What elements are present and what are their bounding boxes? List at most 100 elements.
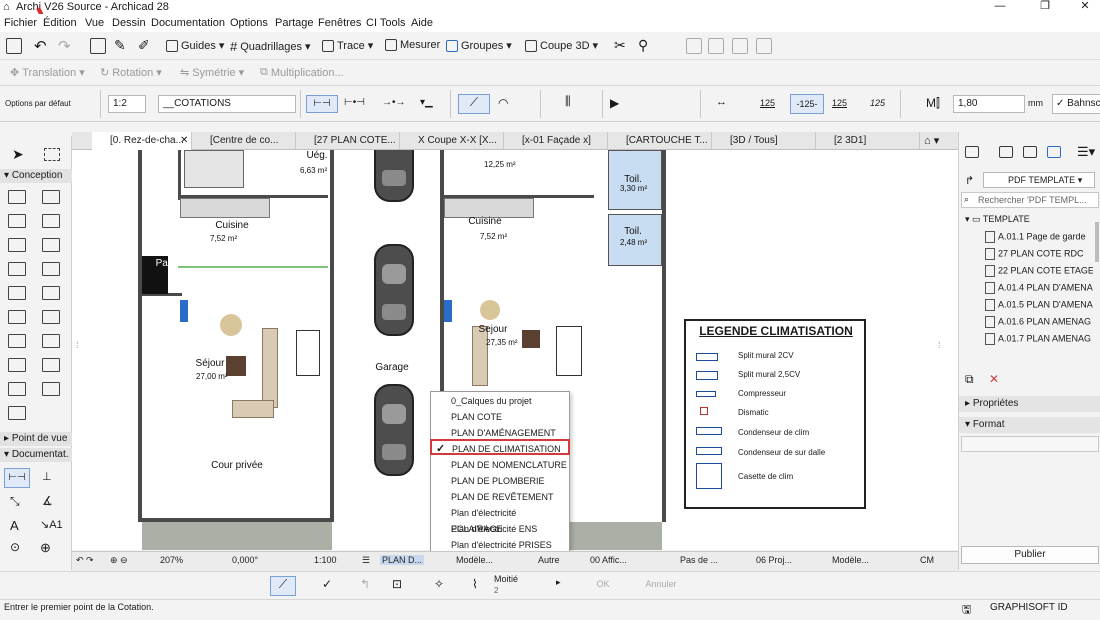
publisher-set-dropdown[interactable]: PDF TEMPLATE ▾ <box>983 172 1095 188</box>
menu-fichier[interactable]: Fichier <box>4 17 37 29</box>
panel-menu-icon[interactable]: ☰▾ <box>1077 144 1095 160</box>
menu-edition[interactable]: Édition <box>43 17 77 29</box>
text-tool-icon[interactable]: A <box>10 518 19 533</box>
dim-text-rotated-button[interactable]: 125 <box>870 98 885 108</box>
font-dropdown[interactable]: ✓ Bahnsch <box>1052 94 1100 114</box>
delete-icon[interactable]: ✕ <box>989 372 999 386</box>
conception-header[interactable]: ▾ Conception <box>0 169 72 183</box>
lamp-tool-icon[interactable] <box>42 262 60 276</box>
morph-tool-icon[interactable] <box>42 358 60 372</box>
object-tool-icon[interactable] <box>8 262 26 276</box>
mouse-constraint-icon[interactable]: ⟋ <box>270 576 296 596</box>
dropdown-item[interactable]: 0_Calques du projet <box>431 393 569 409</box>
home-icon[interactable] <box>6 38 22 54</box>
menu-dessin[interactable]: Dessin <box>112 17 146 29</box>
snap-division-label[interactable]: Moitié <box>494 574 518 584</box>
view-map-icon[interactable] <box>999 146 1013 158</box>
point-de-vue-header[interactable]: ▸ Point de vue <box>0 432 72 446</box>
tab-facade[interactable]: [x-01 Façade x] <box>504 132 608 150</box>
redo-icon[interactable]: ↷ <box>58 37 71 55</box>
truss-tool-icon[interactable] <box>8 406 26 420</box>
tab-menu-icon[interactable]: ⌂ ▾ <box>924 134 939 147</box>
undo-icon[interactable]: ↶ <box>34 37 47 55</box>
publisher-item[interactable]: A.01.1 Page de garde <box>985 231 1093 243</box>
mesh-tool-icon[interactable] <box>8 358 26 372</box>
graphisoft-id-button[interactable]: GRAPHISOFT ID <box>990 602 1068 613</box>
coupe3d-button[interactable]: Coupe 3D ▾ <box>525 39 598 52</box>
dropdown-item[interactable]: PLAN DE NOMENCLATURE <box>431 457 569 473</box>
window-tool-icon[interactable] <box>8 238 26 252</box>
layout-book-icon[interactable] <box>1023 146 1037 158</box>
shell-tool-icon[interactable] <box>42 286 60 300</box>
dim-text-above-button[interactable]: 125 <box>760 98 775 108</box>
fill-tool-icon[interactable]: ⊕ <box>40 540 51 556</box>
adjust-icon[interactable] <box>686 38 702 54</box>
parallel-icon[interactable]: ↰ <box>360 577 370 591</box>
beam-tool-icon[interactable] <box>8 214 26 228</box>
label-tool-icon[interactable]: ↘A1 <box>40 518 63 531</box>
refresh-icon[interactable]: ↱ <box>965 174 974 187</box>
trace-button[interactable]: Trace ▾ <box>322 39 373 52</box>
menu-partage[interactable]: Partage <box>275 17 314 29</box>
splitter-handle[interactable]: ⁞ <box>76 340 84 354</box>
pipette-icon[interactable]: ✎ <box>114 37 126 54</box>
ok-button[interactable]: OK <box>580 576 626 594</box>
tab-rez-de-chaussee[interactable]: [0. Rez-de-cha... <box>92 132 192 150</box>
scissors-icon[interactable]: ✂ <box>614 37 626 54</box>
model-view-value[interactable]: Modèle... <box>456 555 493 565</box>
guides-button[interactable]: Guides ▾ <box>166 39 224 52</box>
dim-method-chain-button[interactable]: ⊢•⊣ <box>344 97 365 108</box>
fillet-icon[interactable] <box>708 38 724 54</box>
tab-plan-cote[interactable]: [27 PLAN COTE... <box>296 132 400 150</box>
dimension-standard-value[interactable]: Modèle... <box>832 555 869 565</box>
witness-lines-icon[interactable]: ⫼ <box>565 94 571 109</box>
skylight-tool-icon[interactable] <box>8 382 26 396</box>
publisher-item[interactable]: A.01.4 PLAN D'AMENA <box>985 282 1093 294</box>
magic-wand-icon[interactable]: ⚲ <box>638 37 648 54</box>
slab-tool-icon[interactable] <box>8 310 26 324</box>
dropdown-item[interactable]: PLAN DE REVÊTEMENT <box>431 489 569 505</box>
publisher-sets-icon[interactable] <box>1047 146 1061 158</box>
translation-button[interactable]: ✥ Translation ▾ <box>10 66 85 80</box>
marker-type-button[interactable]: ▶ <box>610 96 619 110</box>
template-folder[interactable]: ▾ ▭ TEMPLATE <box>965 214 1100 225</box>
new-item-icon[interactable]: ⧉ <box>965 372 974 387</box>
roof-icon[interactable] <box>756 38 772 54</box>
publisher-item[interactable]: A.01.6 PLAN AMENAG <box>985 316 1093 328</box>
menu-aide[interactable]: Aide <box>411 17 433 29</box>
unit-value[interactable]: CM <box>920 555 934 565</box>
stair-tool-icon[interactable] <box>42 238 60 252</box>
angle-dimension-icon[interactable]: ∡ <box>42 494 53 508</box>
relative-construction-icon[interactable]: ⊡ <box>392 577 402 591</box>
door-tool-icon[interactable] <box>42 214 60 228</box>
maximize-button[interactable]: ❐ <box>1030 0 1060 14</box>
special-snap-icon[interactable]: ✧ <box>434 577 444 591</box>
roof-tool-icon[interactable] <box>8 286 26 300</box>
tab-3d1[interactable]: [2 3D1] <box>816 132 920 150</box>
column-tool-icon[interactable] <box>42 190 60 204</box>
dim-text-center-button[interactable]: -125- <box>790 94 824 114</box>
override-value[interactable]: Pas de ... <box>680 555 718 565</box>
publisher-item[interactable]: A.01.5 PLAN D'AMENA <box>985 299 1093 311</box>
offset-icon[interactable] <box>732 38 748 54</box>
angle-value[interactable]: 0,000° <box>232 555 258 565</box>
cancel-button[interactable]: Annuler <box>636 576 686 594</box>
tab-cartouche[interactable]: [CARTOUCHE T... <box>608 132 712 150</box>
next-icon[interactable]: ▸ <box>556 577 561 588</box>
arrow-tool-icon[interactable]: ➤ <box>12 146 24 163</box>
mesurer-button[interactable]: Mesurer <box>385 39 440 51</box>
dropdown-item[interactable]: Plan d'électricité ECLAIRAGE <box>431 505 569 534</box>
level-dimension-tool-icon[interactable]: ⊥ <box>42 470 52 483</box>
scrollbar[interactable] <box>1095 222 1099 262</box>
display-option-value[interactable]: 00 Affic... <box>590 555 627 565</box>
layer-combination-value[interactable]: PLAN D... <box>380 555 425 565</box>
text-position-icon[interactable]: ↔ <box>716 96 727 108</box>
zone-tool-icon[interactable] <box>42 310 60 324</box>
scale-field[interactable]: 1:2 <box>108 95 146 113</box>
menu-ci-tools[interactable]: CI Tools <box>366 17 406 29</box>
symetrie-button[interactable]: ⇋ Symétrie ▾ <box>180 66 244 80</box>
close-button[interactable]: ✕ <box>1070 0 1100 14</box>
dropdown-item[interactable]: PLAN COTE <box>431 409 569 425</box>
arc-dimension-icon[interactable]: ◠ <box>498 96 508 110</box>
proprietes-header[interactable]: ▸ Propriétes <box>959 396 1100 412</box>
